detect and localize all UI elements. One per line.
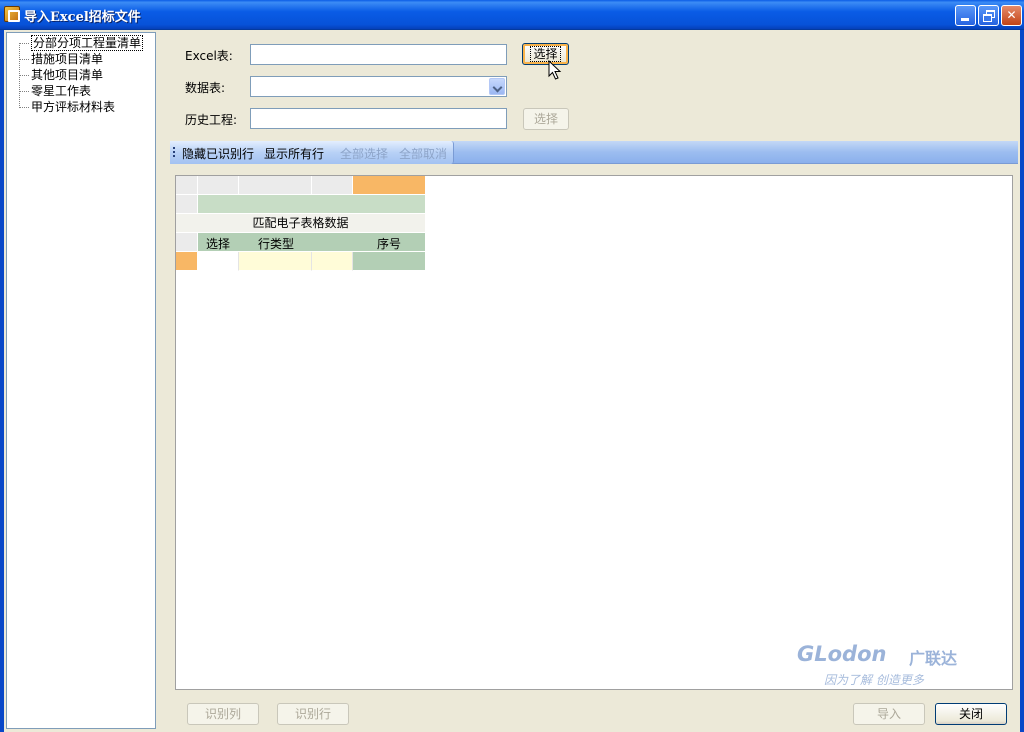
column-header-row-type[interactable]: 行类型 [258, 235, 294, 252]
window-title: 导入Excel招标文件 [24, 10, 141, 25]
excel-path-input[interactable] [250, 44, 507, 65]
grid-cell[interactable] [312, 176, 353, 195]
sheet-tree[interactable]: 分部分项工程量清单 措施项目清单 其他项目清单 零星工作表 甲方评标材料表 [6, 32, 156, 729]
minimize-button[interactable] [955, 5, 976, 26]
grid-cell[interactable] [198, 176, 239, 195]
logo-brand-en: GLodon [797, 642, 887, 666]
title-bar[interactable]: 导入Excel招标文件 ✕ [0, 0, 1024, 30]
grid-cell-index[interactable] [353, 252, 426, 271]
excel-label: Excel表: [185, 49, 233, 63]
hide-recognized-button[interactable]: 隐藏已识别行 [182, 145, 254, 162]
window-frame-left [0, 30, 4, 732]
grid-cell[interactable] [239, 176, 312, 195]
select-all-button[interactable]: 全部选择 [340, 145, 388, 162]
app-icon [4, 6, 20, 22]
tree-item-label: 甲方评标材料表 [31, 100, 116, 114]
chevron-down-icon[interactable] [489, 78, 505, 95]
close-window-button[interactable]: ✕ [1001, 5, 1022, 26]
mouse-cursor-icon [548, 60, 562, 80]
glodon-logo: GLodon 广联达 因为了解 创造更多 [797, 642, 967, 688]
history-project-input[interactable] [250, 108, 507, 129]
window-frame-right [1020, 30, 1024, 732]
tree-item-label: 零星工作表 [31, 84, 92, 98]
import-button[interactable]: 导入 [853, 703, 925, 725]
column-header-index[interactable]: 序号 [377, 235, 401, 252]
recognize-row-button[interactable]: 识别行 [277, 703, 349, 725]
grid-row-indicator[interactable] [176, 252, 198, 271]
logo-slogan: 因为了解 创造更多 [824, 673, 924, 687]
column-header-select[interactable]: 选择 [206, 235, 230, 252]
history-label: 历史工程: [185, 113, 238, 127]
grid-header-corner [176, 233, 198, 252]
grid-row-header[interactable] [176, 195, 198, 214]
sheet-select[interactable] [250, 76, 507, 97]
restore-icon-front [983, 14, 992, 22]
tree-item-daywork[interactable]: 零星工作表 [19, 83, 91, 99]
restore-button[interactable] [978, 5, 999, 26]
sheet-label: 数据表: [185, 81, 226, 95]
grid-toolbar: 隐藏已识别行 显示所有行 全部选择 全部取消 [170, 141, 1018, 164]
grid-cell-highlight[interactable] [353, 176, 426, 195]
deselect-all-button[interactable]: 全部取消 [399, 145, 447, 162]
history-select-button[interactable]: 选择 [523, 108, 569, 130]
toolbar-grip-icon[interactable] [173, 147, 175, 159]
tree-item-measures[interactable]: 措施项目清单 [19, 51, 103, 67]
logo-brand-cn: 广联达 [909, 649, 958, 668]
grid-corner-cell[interactable] [176, 176, 198, 195]
match-data-title: 匹配电子表格数据 [176, 214, 426, 233]
tree-item-other[interactable]: 其他项目清单 [19, 67, 103, 83]
grid-cell[interactable] [312, 252, 353, 271]
close-button[interactable]: 关闭 [935, 703, 1007, 725]
grid-cell-merged[interactable] [198, 195, 426, 214]
spreadsheet-grid[interactable]: 匹配电子表格数据 选择 行类型 序号 [175, 175, 1013, 690]
grid-cell-row-type[interactable] [239, 252, 312, 271]
show-all-rows-button[interactable]: 显示所有行 [264, 145, 324, 162]
close-icon: ✕ [1006, 8, 1017, 22]
grid-cell-select[interactable] [198, 252, 239, 271]
tree-item-label: 其他项目清单 [31, 68, 104, 82]
minimize-icon [961, 18, 969, 21]
tree-item-label: 分部分项工程量清单 [31, 35, 144, 51]
recognize-column-button[interactable]: 识别列 [187, 703, 259, 725]
tree-item-label: 措施项目清单 [31, 52, 104, 66]
tree-item-sub-items[interactable]: 分部分项工程量清单 [19, 35, 144, 51]
tree-item-owner-materials[interactable]: 甲方评标材料表 [19, 99, 115, 115]
toolbar-band: 隐藏已识别行 显示所有行 全部选择 全部取消 [170, 141, 454, 164]
